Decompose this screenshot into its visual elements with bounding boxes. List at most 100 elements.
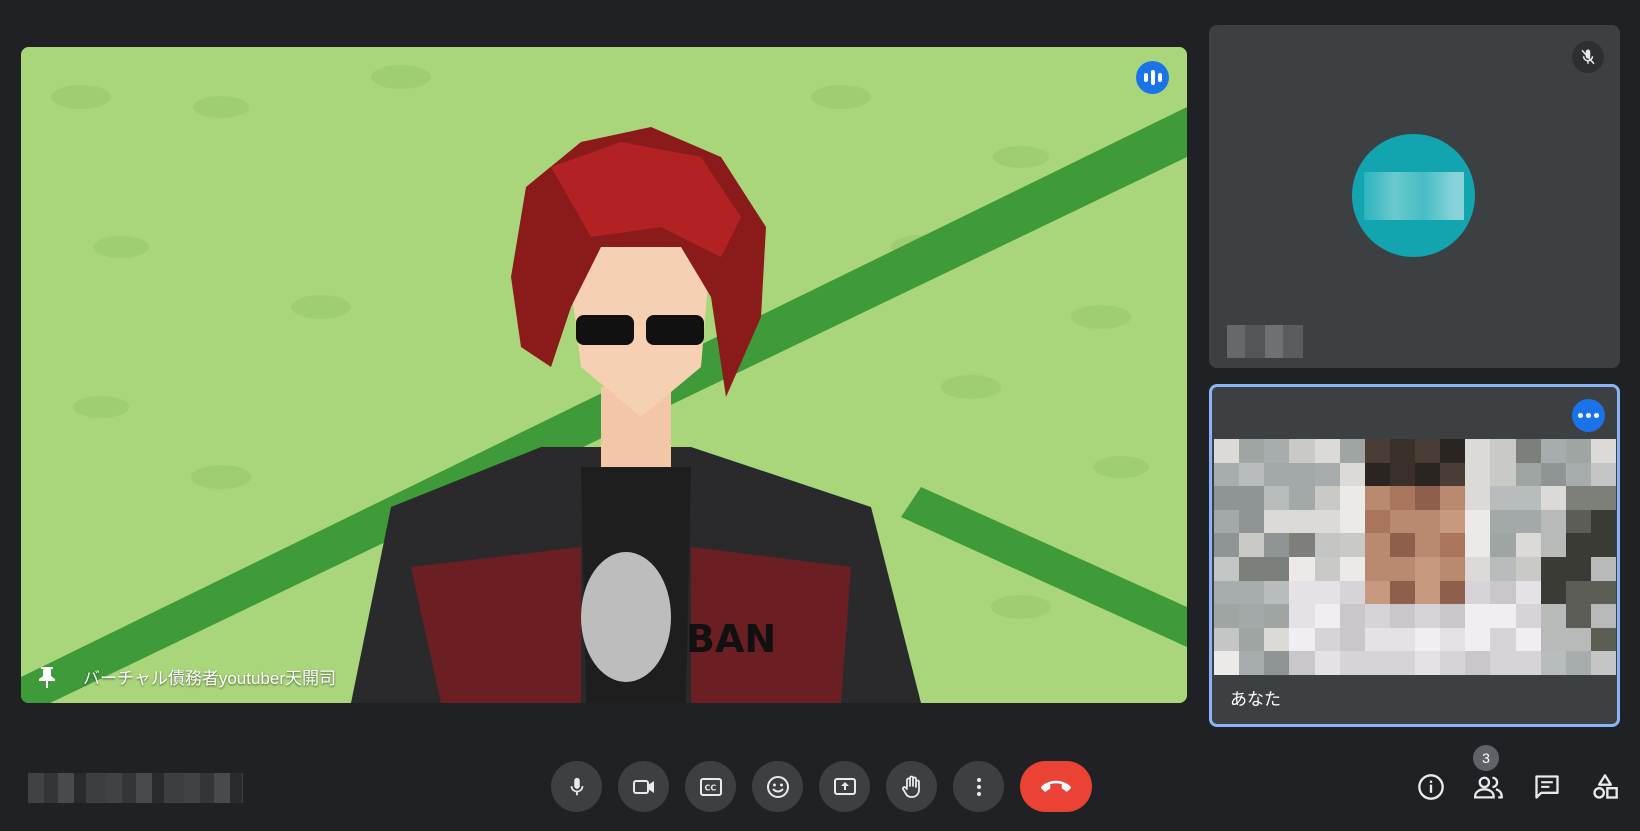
video-pixel — [1264, 557, 1290, 581]
video-pixel — [1339, 651, 1365, 675]
video-pixel — [1314, 533, 1340, 557]
video-pixel — [1590, 604, 1616, 628]
video-pixel — [1440, 509, 1466, 534]
video-pixel — [1465, 557, 1491, 581]
more-options-icon[interactable] — [1572, 399, 1605, 432]
mic-button[interactable] — [551, 761, 602, 812]
video-pixel — [1389, 462, 1415, 487]
main-participant-name: バーチャル債務者youtuber天開司 — [83, 669, 336, 688]
captions-icon: CC — [699, 777, 722, 796]
mic-icon — [570, 777, 583, 795]
self-tile[interactable]: あなた — [1209, 384, 1620, 727]
people-icon — [1473, 776, 1503, 799]
video-pixel — [1264, 439, 1290, 463]
video-pixel — [1364, 462, 1390, 487]
video-pixel — [1565, 533, 1591, 557]
video-pixel — [1289, 651, 1315, 675]
video-pixel — [1389, 486, 1415, 510]
video-pixel — [1389, 533, 1415, 557]
video-pixel — [1339, 533, 1365, 557]
main-video-tile[interactable]: BAN バーチャル債務者youtuber天開司 — [21, 47, 1187, 703]
video-pixel — [1239, 439, 1265, 463]
video-pixel — [1540, 651, 1566, 675]
video-pixel — [1239, 557, 1265, 581]
video-pixel — [1314, 462, 1340, 487]
video-pixel — [1490, 486, 1516, 510]
video-pixel — [1214, 651, 1240, 675]
video-pixel — [1440, 533, 1466, 557]
video-pixel — [1314, 580, 1340, 605]
video-pixel — [1339, 509, 1365, 534]
chat-button[interactable] — [1529, 769, 1564, 804]
video-pixel — [1540, 439, 1566, 463]
video-pixel — [1289, 533, 1315, 557]
video-pixel — [1289, 557, 1315, 581]
activities-button[interactable] — [1587, 769, 1622, 804]
info-button[interactable] — [1413, 769, 1448, 804]
video-pixel — [1515, 557, 1541, 581]
video-pixel — [1540, 604, 1566, 628]
emoji-button[interactable] — [752, 761, 803, 812]
video-pixel — [1314, 627, 1340, 652]
video-pixel — [1515, 604, 1541, 628]
video-pixel — [1465, 533, 1491, 557]
video-pixel — [1239, 627, 1265, 652]
video-pixel — [1515, 486, 1541, 510]
more-vert-icon — [976, 777, 981, 796]
video-pixel — [1364, 627, 1390, 652]
video-pixel — [1389, 604, 1415, 628]
video-pixel — [1364, 651, 1390, 675]
participant-tile[interactable] — [1209, 25, 1620, 368]
more-options-button[interactable] — [953, 761, 1004, 812]
video-pixel — [1515, 651, 1541, 675]
side-panel-controls — [1413, 769, 1622, 804]
present-icon — [833, 777, 856, 795]
camera-icon — [632, 779, 654, 794]
activities-icon — [1592, 773, 1618, 799]
video-pixel — [1540, 557, 1566, 581]
video-pixel — [1565, 580, 1591, 605]
video-pixel — [1440, 651, 1466, 675]
camera-button[interactable] — [618, 761, 669, 812]
participant-name-blurred — [1227, 325, 1303, 358]
video-pixel — [1590, 533, 1616, 557]
video-pixel — [1389, 580, 1415, 605]
people-button[interactable] — [1471, 769, 1506, 804]
video-pixel — [1339, 604, 1365, 628]
video-pixel — [1415, 439, 1441, 463]
video-pixel — [1314, 486, 1340, 510]
video-pixel — [1314, 439, 1340, 463]
video-pixel — [1415, 486, 1441, 510]
video-pixel — [1364, 486, 1390, 510]
video-pixel — [1465, 651, 1491, 675]
video-pixel — [1590, 462, 1616, 487]
video-pixel — [1339, 486, 1365, 510]
video-pixel — [1515, 439, 1541, 463]
video-pixel — [1389, 509, 1415, 534]
video-pixel — [1214, 580, 1240, 605]
video-pixel — [1289, 439, 1315, 463]
avatar-video-frame: BAN — [21, 47, 1187, 703]
pin-icon[interactable] — [37, 665, 57, 689]
video-pixel — [1440, 580, 1466, 605]
speaking-indicator-icon — [1136, 61, 1169, 94]
raise-hand-button[interactable] — [886, 761, 937, 812]
end-call-button[interactable] — [1020, 761, 1092, 812]
video-pixel — [1590, 439, 1616, 463]
video-pixel — [1389, 627, 1415, 652]
chat-icon — [1534, 774, 1559, 799]
self-video-pixelated — [1214, 439, 1616, 675]
video-pixel — [1565, 509, 1591, 534]
video-pixel — [1440, 557, 1466, 581]
video-pixel — [1364, 533, 1390, 557]
video-pixel — [1239, 604, 1265, 628]
video-pixel — [1389, 557, 1415, 581]
video-pixel — [1415, 651, 1441, 675]
video-pixel — [1540, 462, 1566, 487]
video-pixel — [1264, 580, 1290, 605]
captions-button[interactable]: CC — [685, 761, 736, 812]
video-pixel — [1440, 462, 1466, 487]
present-button[interactable] — [819, 761, 870, 812]
video-pixel — [1339, 557, 1365, 581]
video-pixel — [1214, 462, 1240, 487]
